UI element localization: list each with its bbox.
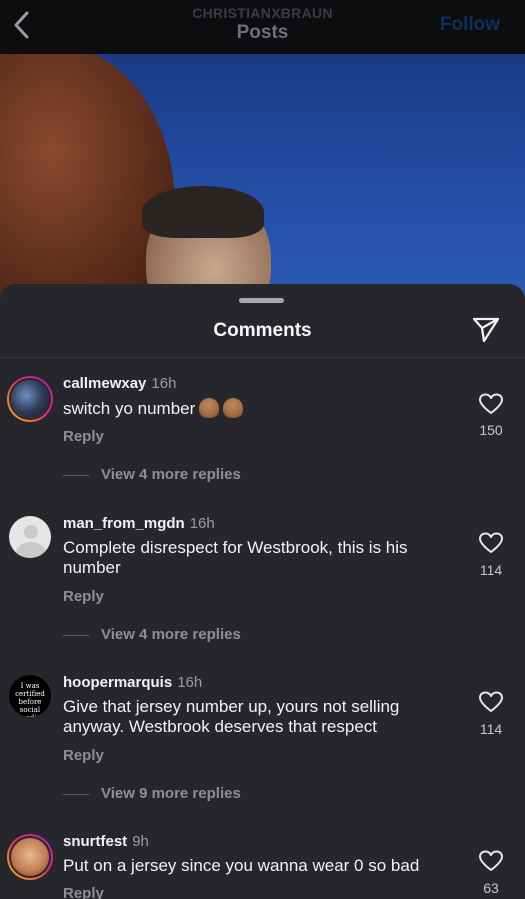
default-avatar-icon: [9, 516, 51, 558]
comments-sheet: Comments callmewxay 16h switch yo number …: [0, 284, 525, 899]
like-count: 63: [483, 880, 499, 896]
heart-icon[interactable]: [478, 392, 504, 416]
heart-icon[interactable]: [478, 849, 504, 873]
comment-time: 9h: [132, 833, 149, 850]
comment-time: 16h: [177, 674, 203, 691]
comment-username[interactable]: hoopermarquis: [63, 674, 172, 691]
avatar-text-image: I was certified before social media: [9, 675, 51, 717]
replies-line: [63, 474, 89, 476]
comment-username[interactable]: snurtfest: [63, 833, 127, 850]
view-more-label: View 4 more replies: [101, 466, 241, 483]
reply-button[interactable]: Reply: [63, 428, 104, 445]
send-icon[interactable]: [472, 317, 500, 343]
comments-title: Comments: [213, 320, 312, 341]
comment-meta: snurtfest 9h: [63, 833, 149, 850]
comment-text-row: switch yo number: [63, 398, 463, 419]
comment-time: 16h: [189, 515, 215, 532]
like-count: 150: [479, 422, 503, 438]
reply-button[interactable]: Reply: [63, 588, 104, 605]
comment-text: Put on a jersey since you wanna wear 0 s…: [63, 856, 420, 875]
comment-meta: callmewxay 16h: [63, 375, 176, 392]
comment-username[interactable]: callmewxay: [63, 375, 146, 392]
comment-time: 16h: [151, 375, 177, 392]
avatar-image: [11, 838, 49, 876]
photo-person-hair: [142, 186, 264, 238]
person-emoji-icon: [223, 398, 244, 418]
view-more-replies-button[interactable]: View 9 more replies: [63, 785, 241, 802]
view-more-replies-button[interactable]: View 4 more replies: [63, 466, 241, 483]
like-count: 114: [479, 721, 503, 737]
heart-icon[interactable]: [478, 531, 504, 555]
avatar-image: [11, 380, 49, 418]
top-bar: CHRISTIANXBRAUN Posts Follow: [0, 0, 525, 54]
comment-text: Complete disrespect for Westbrook, this …: [63, 538, 408, 577]
replies-line: [63, 793, 89, 795]
comment-meta: hoopermarquis 16h: [63, 674, 202, 691]
avatar[interactable]: [9, 516, 51, 558]
sheet-grabber-handle[interactable]: [239, 298, 284, 303]
view-more-label: View 9 more replies: [101, 785, 241, 802]
comment-text: Give that jersey number up, yours not se…: [63, 697, 400, 736]
heart-icon[interactable]: [478, 690, 504, 714]
avatar[interactable]: I was certified before social media: [9, 675, 51, 717]
replies-line: [63, 634, 89, 636]
avatar[interactable]: [7, 834, 53, 880]
reply-button[interactable]: Reply: [63, 885, 104, 899]
view-more-label: View 4 more replies: [101, 626, 241, 643]
reply-button[interactable]: Reply: [63, 747, 104, 764]
view-more-replies-button[interactable]: View 4 more replies: [63, 626, 241, 643]
comment-meta: man_from_mgdn 16h: [63, 515, 215, 532]
follow-button[interactable]: Follow: [440, 14, 500, 36]
like-count: 114: [479, 562, 503, 578]
post-photo: [0, 54, 525, 304]
header-divider: [0, 357, 525, 358]
comment-username[interactable]: man_from_mgdn: [63, 515, 185, 532]
comment-text: switch yo number: [63, 399, 196, 418]
avatar[interactable]: [7, 376, 53, 422]
person-emoji-icon: [199, 398, 220, 418]
